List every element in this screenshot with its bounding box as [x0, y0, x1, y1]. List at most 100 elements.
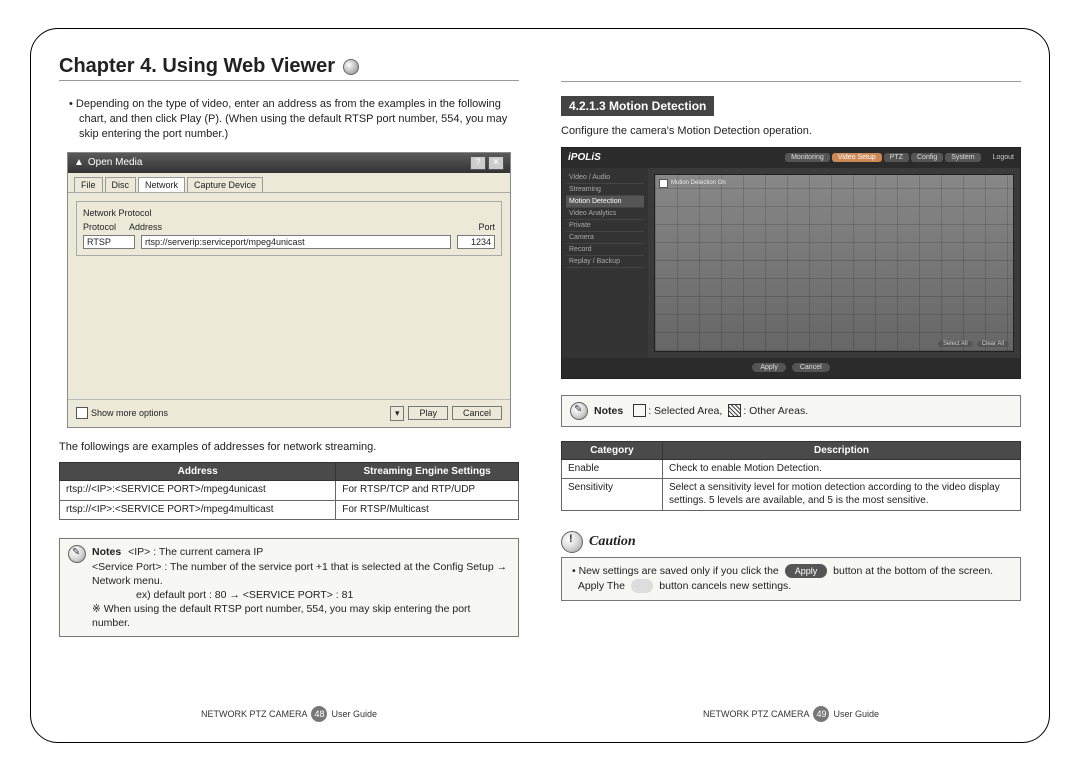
tab-capture-device[interactable]: Capture Device [187, 177, 263, 192]
caution-text: button at the bottom of the screen. [833, 565, 993, 577]
fieldset-legend: Network Protocol [83, 208, 495, 218]
tab-network[interactable]: Network [138, 177, 185, 192]
ipolis-bottom-bar: Apply Cancel [562, 358, 1020, 378]
section-heading: 4.2.1.3 Motion Detection [561, 96, 714, 116]
sidebar-item[interactable]: Record [566, 244, 644, 256]
dialog-tabs: File Disc Network Capture Device [68, 173, 510, 193]
th-settings: Streaming Engine Settings [336, 463, 519, 481]
ipolis-tab-config[interactable]: Config [911, 153, 943, 162]
notes-box: Notes <IP> : The current camera IP <Serv… [59, 538, 519, 637]
address-input[interactable]: rtsp://serverip:serviceport/mpeg4unicast [141, 235, 451, 249]
table-row: rtsp://<IP>:<SERVICE PORT>/mpeg4multicas… [60, 500, 519, 520]
caution-icon [561, 531, 583, 553]
sidebar-item[interactable]: Video Analytics [566, 208, 644, 220]
dialog-title: Open Media [84, 157, 470, 168]
clear-all-button[interactable]: Clear All [977, 341, 1009, 347]
notes-line: ※ When using the default RTSP port numbe… [92, 603, 470, 629]
port-label: Port [478, 222, 495, 232]
port-input[interactable]: 1234 [457, 235, 495, 249]
ipolis-tab-ptz[interactable]: PTZ [884, 153, 909, 162]
notes-icon [570, 402, 588, 420]
footer-guide: User Guide [331, 709, 377, 719]
ipolis-logout[interactable]: Logout [993, 154, 1014, 161]
show-more-checkbox[interactable]: Show more options [76, 407, 168, 419]
address-table: Address Streaming Engine Settings rtsp:/… [59, 462, 519, 520]
cell-category: Enable [562, 459, 663, 479]
right-column: 4.2.1.3 Motion Detection Configure the c… [561, 55, 1021, 724]
caution-section: Caution • New settings are saved only if… [561, 531, 1021, 600]
protocol-dropdown[interactable]: RTSP [83, 235, 135, 249]
cell-settings: For RTSP/Multicast [336, 500, 519, 520]
apply-button[interactable]: Apply [752, 363, 786, 372]
caution-box: • New settings are saved only if you cli… [561, 557, 1021, 600]
ipolis-tab-monitoring[interactable]: Monitoring [785, 153, 830, 162]
intro-text: Depending on the type of video, enter an… [79, 97, 519, 142]
th-description: Description [662, 441, 1020, 459]
th-address: Address [60, 463, 336, 481]
th-category: Category [562, 441, 663, 459]
dialog-body: Network Protocol Protocol Address Port R… [68, 193, 510, 399]
cancel-button[interactable]: Cancel [792, 363, 830, 372]
network-protocol-fieldset: Network Protocol Protocol Address Port R… [76, 201, 502, 256]
help-icon[interactable]: ? [470, 156, 486, 170]
cell-address: rtsp://<IP>:<SERVICE PORT>/mpeg4unicast [60, 481, 336, 501]
cell-description: Check to enable Motion Detection. [662, 459, 1020, 479]
page-number: 49 [813, 706, 829, 722]
dialog-title-icon: ▲ [74, 157, 84, 168]
page-frame: Chapter 4. Using Web Viewer Depending on… [30, 28, 1050, 743]
legend-selected: : Selected Area, [648, 404, 722, 418]
select-all-button[interactable]: Select All [938, 341, 973, 347]
ipolis-screenshot: iPOLiS Monitoring Video Setup PTZ Config… [561, 147, 1021, 379]
page-footer-left: NETWORK PTZ CAMERA 48 User Guide [59, 706, 519, 722]
left-column: Chapter 4. Using Web Viewer Depending on… [59, 55, 519, 724]
legend-other: : Other Areas. [743, 404, 808, 418]
tab-file[interactable]: File [74, 177, 103, 192]
dropdown-icon[interactable]: ▾ [390, 406, 405, 421]
play-button[interactable]: Play [408, 406, 448, 420]
right-header-rule [561, 55, 1021, 82]
cell-settings: For RTSP/TCP and RTP/UDP [336, 481, 519, 501]
selected-area-swatch-icon [633, 404, 646, 417]
caution-text: button cancels new settings. [659, 580, 791, 592]
chapter-header: Chapter 4. Using Web Viewer [59, 55, 519, 81]
caution-text: New settings are saved only if you click… [579, 565, 779, 577]
ipolis-tab-system[interactable]: System [945, 153, 980, 162]
table-header-row: Address Streaming Engine Settings [60, 463, 519, 481]
table-row: Sensitivity Select a sensitivity level f… [562, 479, 1021, 511]
close-icon[interactable]: ✕ [488, 156, 504, 170]
open-media-dialog: ▲ Open Media ? ✕ File Disc Network Captu… [67, 152, 511, 428]
notes-line: ex) default port : 80 → <SERVICE PORT> :… [92, 588, 353, 602]
ipolis-sidebar: Video / Audio Streaming Motion Detection… [562, 168, 648, 358]
cancel-button[interactable]: Cancel [452, 406, 502, 420]
checkbox-icon [659, 179, 668, 188]
cancel-pill [631, 579, 654, 593]
sidebar-item[interactable]: Replay / Backup [566, 256, 644, 268]
sidebar-item[interactable]: Streaming [566, 184, 644, 196]
motion-detection-checkbox[interactable]: Motion Detection On [659, 179, 726, 188]
tab-disc[interactable]: Disc [105, 177, 137, 192]
page-number: 48 [311, 706, 327, 722]
sidebar-item[interactable]: Private [566, 220, 644, 232]
cell-category: Sensitivity [562, 479, 663, 511]
table-header-row: Category Description [562, 441, 1021, 459]
sidebar-item[interactable]: Video / Audio [566, 172, 644, 184]
ipolis-video-view[interactable]: Motion Detection On Select All Clear All [654, 174, 1014, 352]
checkbox-icon [76, 407, 88, 419]
notes-legend-box: Notes : Selected Area, : Other Areas. [561, 395, 1021, 427]
sidebar-item[interactable]: Camera [566, 232, 644, 244]
notes-label: Notes [594, 404, 623, 418]
notes-line: <IP> : The current camera IP [128, 546, 263, 558]
apply-pill: Apply [785, 564, 828, 578]
notes-label: Notes [92, 546, 121, 558]
table-row: rtsp://<IP>:<SERVICE PORT>/mpeg4unicast … [60, 481, 519, 501]
cell-address: rtsp://<IP>:<SERVICE PORT>/mpeg4multicas… [60, 500, 336, 520]
ipolis-logo: iPOLiS [568, 152, 601, 163]
category-table: Category Description Enable Check to ena… [561, 441, 1021, 512]
cell-description: Select a sensitivity level for motion de… [662, 479, 1020, 511]
ipolis-top-bar: iPOLiS Monitoring Video Setup PTZ Config… [562, 148, 1020, 168]
footer-product: NETWORK PTZ CAMERA [703, 709, 810, 719]
notes-line: <Service Port> : The number of the servi… [92, 561, 507, 587]
sidebar-item-motion-detection[interactable]: Motion Detection [566, 196, 644, 208]
ipolis-tab-videosetup[interactable]: Video Setup [832, 153, 882, 162]
protocol-label: Protocol [83, 222, 123, 232]
